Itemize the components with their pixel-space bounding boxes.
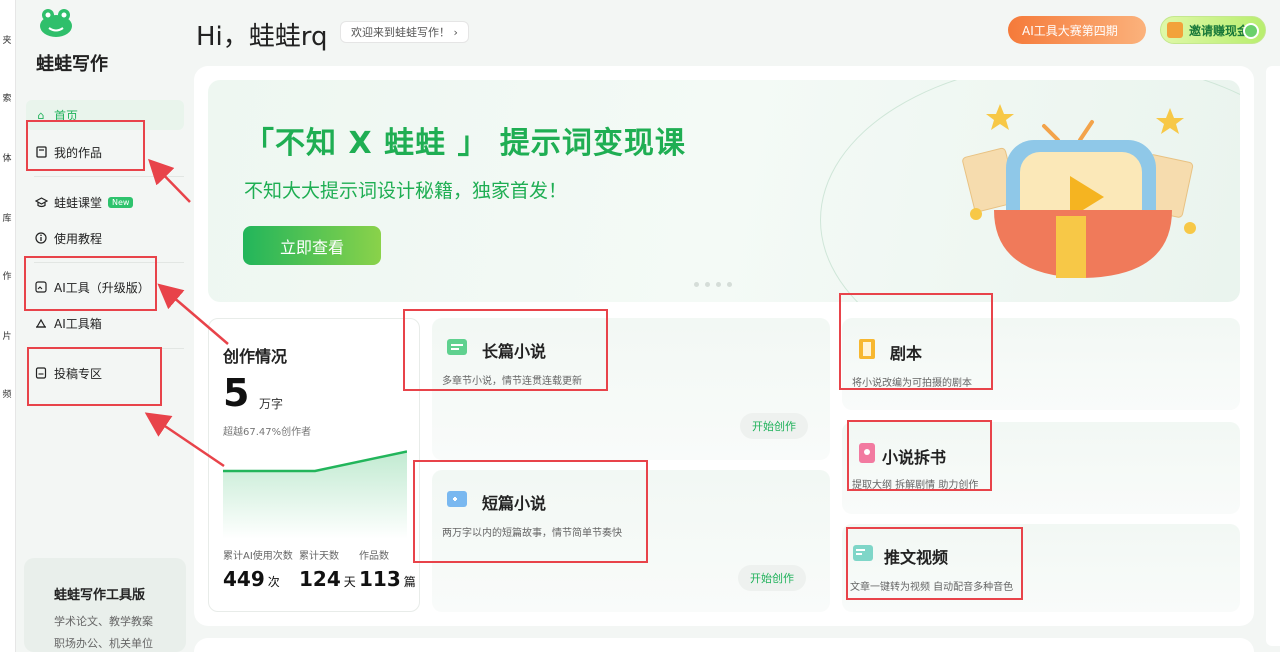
tools-edition-promo[interactable]: 蛙蛙写作工具版 学术论文、教学教案 职场办公、机关单位	[24, 558, 186, 652]
card-description: 文章一键转为视频 自动配音多种音色	[850, 582, 1014, 593]
strip-glyph[interactable]: 片	[0, 332, 14, 342]
metric-label: 累计天数	[299, 551, 339, 562]
view-now-button[interactable]: 立即查看	[243, 226, 381, 265]
brand-name: 蛙蛙写作	[36, 54, 108, 75]
metric-value: 449 次	[223, 567, 280, 591]
sidebar-item-label: 蛙蛙课堂	[54, 195, 103, 210]
carousel-dot[interactable]	[705, 282, 710, 287]
card-description: 多章节小说，情节连贯连载更新	[442, 376, 582, 387]
home-icon: ⌂	[37, 108, 45, 122]
strip-glyph[interactable]: 夹	[0, 36, 14, 46]
long-novel-icon	[447, 339, 467, 355]
short-novel-icon	[447, 491, 467, 507]
chart-area	[223, 451, 407, 539]
submit-icon	[34, 366, 48, 380]
sidebar-item-ai-toolbox[interactable]: AI工具箱	[26, 308, 184, 338]
banner-subtitle: 不知大大提示词设计秘籍，独家首发！	[244, 180, 568, 202]
sidebar-divider	[34, 176, 184, 177]
banner-title: 「不知 X 蛙蛙 」 提示词变现课	[244, 126, 686, 161]
sidebar-item-label: AI工具（升级版）	[54, 280, 150, 295]
promo-banner[interactable]: 「不知 X 蛙蛙 」 提示词变现课 不知大大提示词设计秘籍，独家首发！ 立即查看	[208, 80, 1240, 302]
sidebar-item-label: AI工具箱	[54, 316, 102, 331]
creation-stats-card: 创作情况 5 万字 超越67.47%创作者 累计AI使用次数 累计天数 作品数 …	[208, 318, 420, 612]
start-creating-button[interactable]: 开始创作	[738, 565, 806, 591]
carousel-dot[interactable]	[694, 282, 699, 287]
card-description: 将小说改编为可拍摄的剧本	[852, 378, 972, 389]
short-novel-card[interactable]: 短篇小说 两万字以内的短篇故事，情节简单节奏快 开始创作	[432, 470, 830, 612]
sidebar-item-ai-tools-upgraded[interactable]: AI工具（升级版）	[26, 272, 184, 302]
sidebar-item-label: 使用教程	[54, 231, 103, 246]
video-icon	[853, 545, 873, 561]
strip-glyph[interactable]: 索	[0, 94, 14, 104]
sidebar-divider	[34, 348, 184, 349]
carousel-dot[interactable]	[716, 282, 721, 287]
strip-glyph[interactable]: 体	[0, 154, 14, 164]
novel-breakdown-card[interactable]: 小说拆书 提取大纲 拆解剧情 助力创作	[842, 422, 1240, 514]
carousel-dot[interactable]	[727, 282, 732, 287]
frog-logo-icon[interactable]	[38, 6, 74, 38]
sidebar-divider	[34, 262, 184, 263]
card-description: 提取大纲 拆解剧情 助力创作	[852, 480, 979, 491]
card-title: 小说拆书	[882, 448, 947, 467]
info-icon	[34, 231, 48, 245]
invite-cash-button[interactable]: 邀请赚现金	[1160, 16, 1266, 44]
welcome-link[interactable]: 欢迎来到蛙蛙写作！ ›	[340, 21, 469, 43]
graduation-cap-icon	[34, 195, 48, 209]
word-count-unit: 万字	[259, 397, 284, 411]
word-count-value: 5	[223, 371, 250, 415]
metric-label: 累计AI使用次数	[223, 551, 293, 562]
script-icon	[859, 339, 875, 359]
card-title: 剧本	[890, 344, 923, 363]
sidebar-item-my-works[interactable]: 我的作品	[26, 137, 184, 167]
metric-label: 作品数	[359, 551, 389, 562]
sidebar-item-home[interactable]: ⌂ 首页	[26, 100, 184, 130]
carousel-dots[interactable]	[694, 282, 732, 287]
card-title: 推文视频	[884, 548, 949, 567]
tv-illustration-icon	[962, 104, 1196, 278]
script-card[interactable]: 剧本 将小说改编为可拍摄的剧本	[842, 318, 1240, 410]
sidebar-item-label: 我的作品	[54, 145, 103, 160]
card-title: 长篇小说	[482, 342, 547, 361]
sidebar: 蛙蛙写作 ⌂ 首页 我的作品 蛙蛙课堂 New 使用教程 AI工具（升级版） A…	[16, 0, 194, 652]
long-novel-card[interactable]: 长篇小说 多章节小说，情节连贯连载更新 开始创作	[432, 318, 830, 460]
sidebar-item-tutorial[interactable]: 使用教程	[26, 223, 184, 253]
toolbox-icon	[34, 316, 48, 330]
promo-title: 蛙蛙写作工具版	[54, 588, 146, 603]
image-edit-icon	[34, 280, 48, 294]
start-creating-button[interactable]: 开始创作	[740, 413, 808, 439]
next-section-edge	[194, 638, 1254, 652]
book-icon	[34, 145, 48, 159]
sidebar-item-label: 首页	[54, 108, 79, 123]
gift-icon	[1167, 22, 1183, 38]
promo-line: 职场办公、机关单位	[54, 637, 153, 650]
coin-icon	[1243, 23, 1259, 39]
strip-glyph[interactable]: 作	[0, 272, 14, 282]
card-title: 短篇小说	[482, 494, 547, 513]
sidebar-item-classroom[interactable]: 蛙蛙课堂 New	[26, 187, 184, 217]
breakdown-icon	[859, 443, 875, 463]
card-description: 两万字以内的短篇故事，情节简单节奏快	[442, 528, 622, 539]
greeting-title: Hi，蛙蛙rq	[196, 22, 328, 52]
contest-banner-button[interactable]: AI工具大赛第四期	[1008, 16, 1146, 44]
strip-glyph[interactable]: 库	[0, 214, 14, 224]
metric-value: 113 篇	[359, 567, 416, 591]
creation-trend-chart	[223, 450, 407, 539]
new-badge: New	[108, 196, 134, 208]
strip-glyph[interactable]: 频	[0, 390, 14, 400]
stats-title: 创作情况	[223, 347, 288, 366]
invite-label: 邀请赚现金	[1189, 23, 1250, 38]
right-panel-edge	[1266, 66, 1280, 646]
left-app-strip: 夹 索 体 库 作 片 频	[0, 0, 16, 652]
sidebar-item-submission[interactable]: 投稿专区	[26, 358, 184, 388]
promo-line: 学术论文、教学教案	[54, 615, 153, 628]
sidebar-item-label: 投稿专区	[54, 366, 103, 381]
metric-value: 124 天	[299, 567, 356, 591]
tweet-video-card[interactable]: 推文视频 文章一键转为视频 自动配音多种音色	[842, 524, 1240, 612]
